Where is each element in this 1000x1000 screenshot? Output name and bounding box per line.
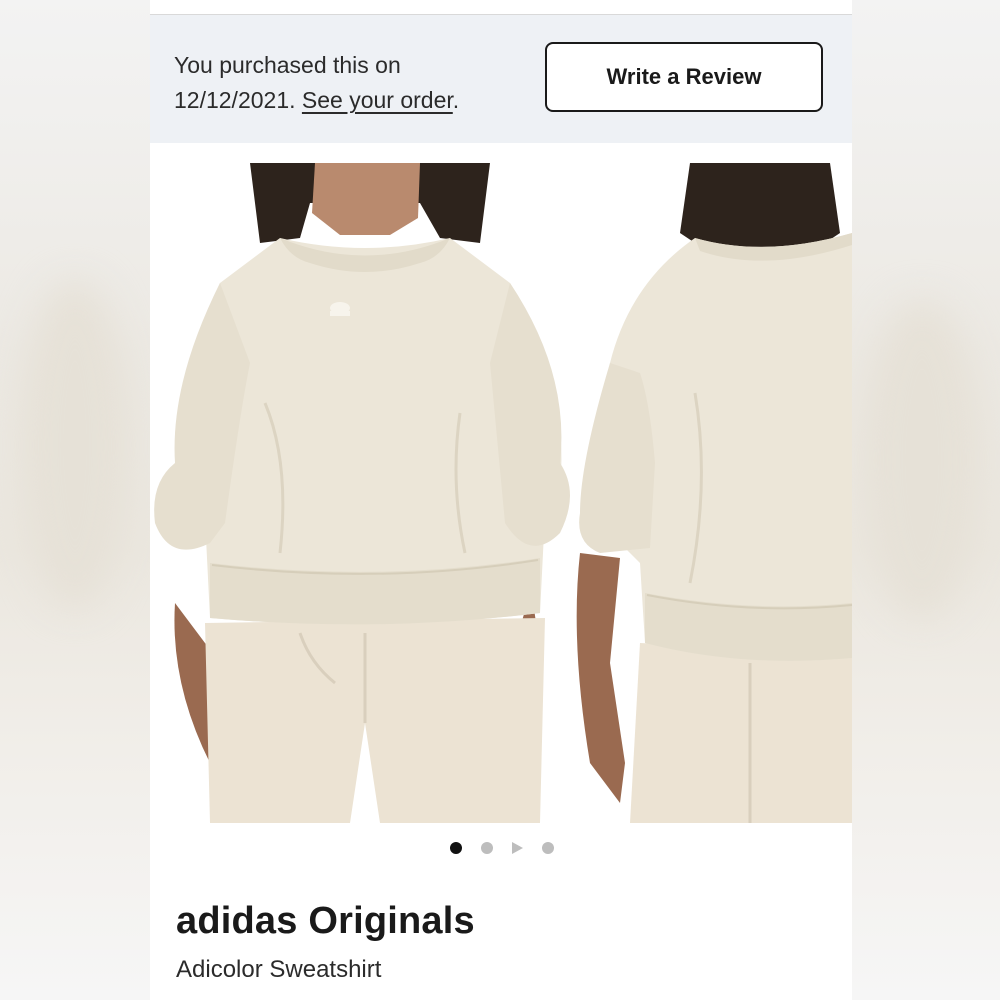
right-backdrop: [852, 0, 1000, 1000]
product-name: Adicolor Sweatshirt: [176, 956, 382, 983]
product-page: You purchased this on 12/12/2021. See yo…: [150, 0, 852, 1000]
carousel-indicator: [450, 840, 554, 856]
see-order-link[interactable]: See your order: [302, 87, 453, 113]
period: .: [452, 87, 460, 113]
product-photo: [154, 163, 852, 823]
carousel-dot-active[interactable]: [450, 842, 462, 854]
product-image[interactable]: [150, 163, 852, 823]
purchase-date: 12/12/2021.: [174, 87, 296, 113]
left-backdrop: [0, 0, 150, 1000]
carousel-dot[interactable]: [542, 842, 554, 854]
purchase-banner: You purchased this on 12/12/2021. See yo…: [150, 15, 852, 143]
carousel-dot[interactable]: [481, 842, 493, 854]
backdrop-blur: [20, 280, 130, 610]
brand-name[interactable]: adidas Originals: [176, 900, 475, 943]
purchase-line1: You purchased this on: [174, 52, 401, 78]
write-review-button[interactable]: Write a Review: [545, 42, 823, 112]
play-icon[interactable]: [512, 842, 523, 854]
backdrop-blur: [862, 300, 982, 620]
purchase-message: You purchased this on 12/12/2021. See yo…: [174, 48, 504, 118]
